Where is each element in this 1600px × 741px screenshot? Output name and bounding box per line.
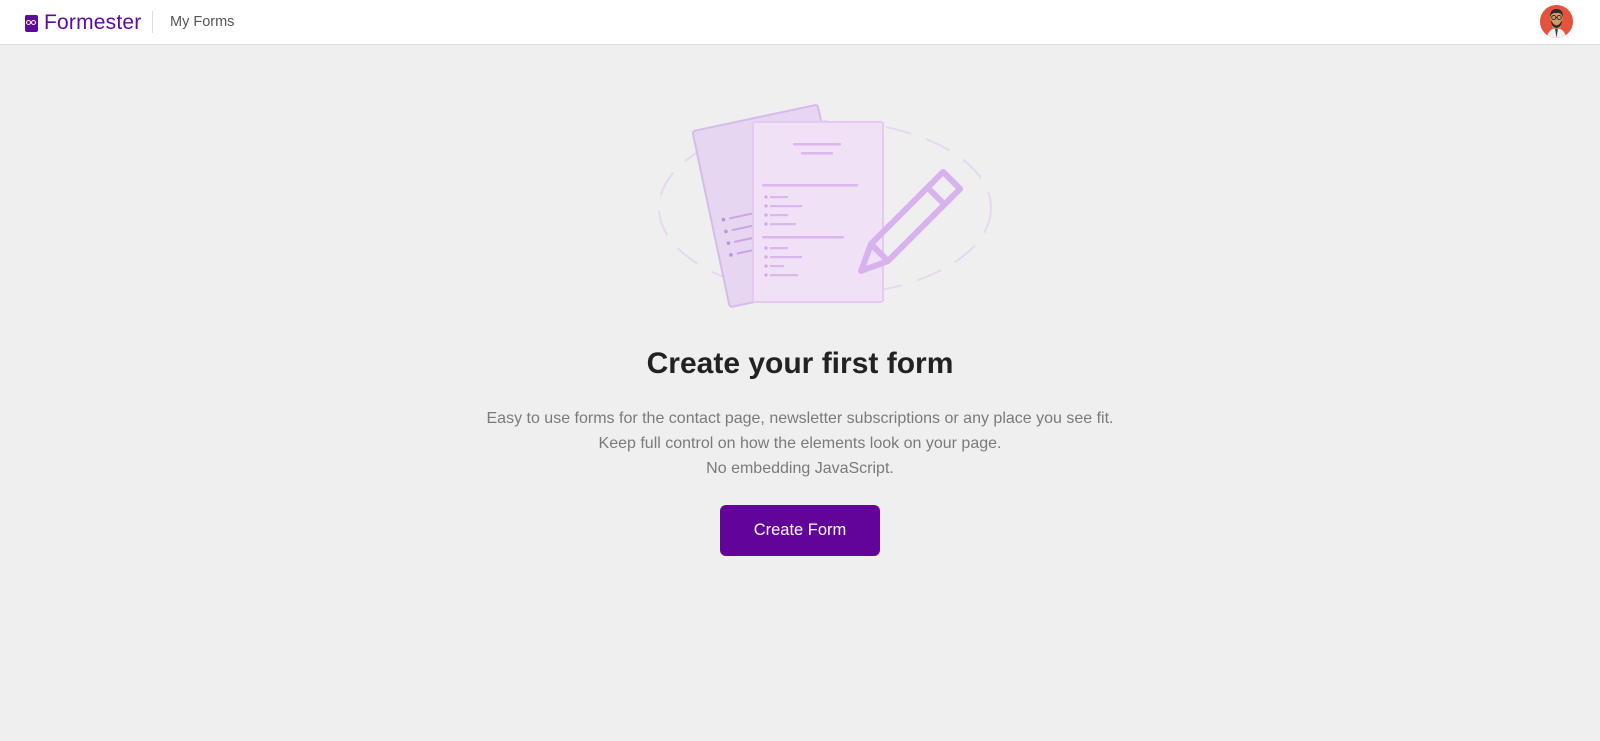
- forms-and-pencil-illustration: [650, 90, 1000, 310]
- description-line: Keep full control on how the elements lo…: [598, 435, 1002, 452]
- description-line: No embedding JavaScript.: [706, 460, 894, 477]
- header-divider: [152, 11, 153, 33]
- empty-state-title: Create your first form: [646, 347, 954, 380]
- create-form-button[interactable]: Create Form: [720, 505, 880, 556]
- brand-logo[interactable]: Formester: [25, 10, 141, 36]
- empty-state-description: Easy to use forms for the contact page, …: [0, 406, 1600, 481]
- main-content: Create your first form Easy to use forms…: [0, 45, 1600, 741]
- top-navbar: Formester My Forms: [0, 0, 1600, 45]
- description-line: Easy to use forms for the contact page, …: [486, 410, 1114, 427]
- nav-my-forms[interactable]: My Forms: [170, 14, 234, 30]
- formester-logo-icon: [25, 14, 38, 32]
- user-avatar-icon[interactable]: [1540, 5, 1573, 38]
- brand-name: Formester: [44, 11, 142, 34]
